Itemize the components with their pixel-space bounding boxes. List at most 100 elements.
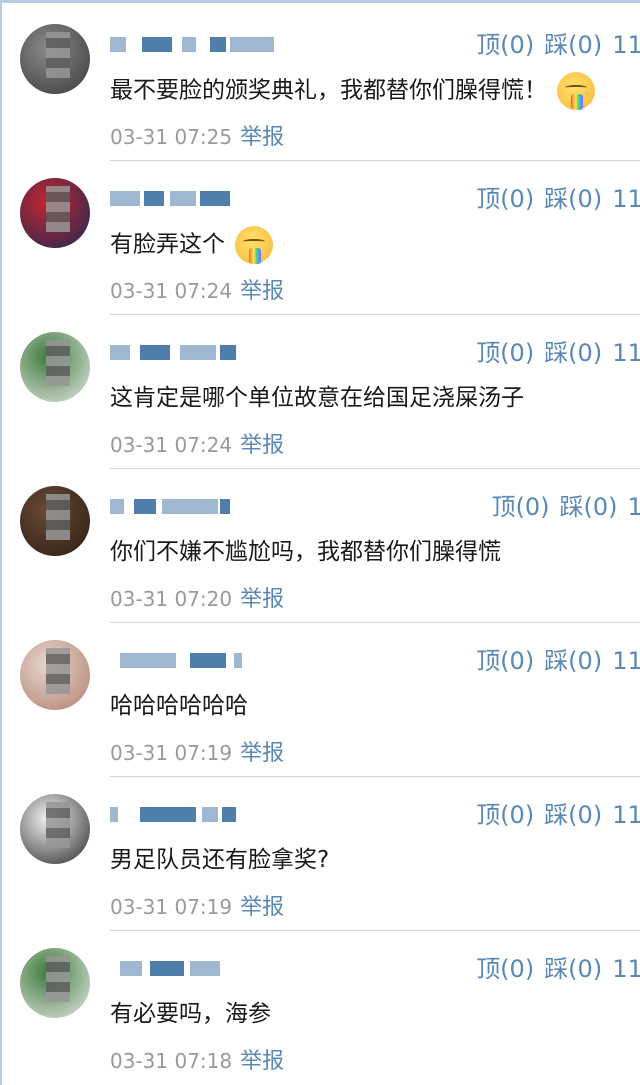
username-redaction-block	[110, 345, 130, 360]
upvote-button[interactable]: 顶(0)	[491, 493, 549, 521]
avatar-mosaic	[46, 186, 70, 232]
avatar-mosaic	[46, 956, 70, 1002]
username-redaction-block	[110, 37, 126, 52]
comment-text: 有必要吗，海参	[110, 996, 271, 1032]
avatar-mosaic	[46, 340, 70, 386]
report-link[interactable]: 举报	[240, 587, 284, 612]
username-redaction-block	[150, 961, 184, 976]
username-redaction-block	[170, 191, 196, 206]
username-redaction-block	[134, 499, 156, 514]
username-redacted[interactable]	[110, 804, 280, 824]
comment-meta: 03-31 07:24 举报	[110, 430, 284, 460]
floor-number: 116	[612, 339, 640, 367]
username-redacted[interactable]	[110, 650, 280, 670]
username-redacted[interactable]	[110, 188, 280, 208]
username-redaction-block	[234, 653, 242, 668]
avatar[interactable]	[20, 948, 90, 1018]
avatar-mosaic	[46, 32, 70, 78]
floor-number: 116	[612, 31, 640, 59]
avatar-mosaic	[46, 802, 70, 848]
comment-item: 顶(0) 踩(0) 115 男足队员还有脸拿奖? 03-31 07:19 举报	[0, 776, 640, 930]
vote-controls: 顶(0) 踩(0) 115	[466, 952, 640, 986]
username-redaction-block	[120, 653, 176, 668]
avatar[interactable]	[20, 794, 90, 864]
upvote-button[interactable]: 顶(0)	[476, 801, 534, 829]
vote-controls: 顶(0) 踩(0) 116	[466, 28, 640, 62]
comment-text: 男足队员还有脸拿奖?	[110, 842, 329, 878]
username-redaction-block	[190, 961, 220, 976]
upvote-button[interactable]: 顶(0)	[476, 955, 534, 983]
username-redaction-block	[110, 191, 140, 206]
username-redaction-block	[222, 807, 236, 822]
vomit-emoji-icon	[235, 226, 273, 264]
upvote-button[interactable]: 顶(0)	[476, 31, 534, 59]
floor-number: 11	[627, 493, 640, 521]
username-redaction-block	[180, 345, 216, 360]
username-redaction-block	[220, 499, 230, 514]
report-link[interactable]: 举报	[240, 433, 284, 458]
upvote-button[interactable]: 顶(0)	[476, 339, 534, 367]
username-redacted[interactable]	[110, 496, 280, 516]
comment-divider	[110, 468, 640, 469]
report-link[interactable]: 举报	[240, 741, 284, 766]
floor-number: 115	[612, 955, 640, 983]
downvote-button[interactable]: 踩(0)	[544, 31, 602, 59]
comment-item: 顶(0) 踩(0) 116 这肯定是哪个单位故意在给国足浇屎汤子 03-31 07:…	[0, 314, 640, 468]
comment-text: 这肯定是哪个单位故意在给国足浇屎汤子	[110, 380, 524, 416]
comment-meta: 03-31 07:18 举报	[110, 1046, 284, 1076]
comment-item: 顶(0) 踩(0) 11 你们不嫌不尴尬吗，我都替你们臊得慌 03-31 07:20…	[0, 468, 640, 622]
report-link[interactable]: 举报	[240, 125, 284, 150]
comment-timestamp: 03-31 07:25	[110, 125, 233, 149]
username-redaction-block	[162, 499, 218, 514]
username-redaction-block	[190, 653, 226, 668]
upvote-button[interactable]: 顶(0)	[476, 647, 534, 675]
avatar[interactable]	[20, 178, 90, 248]
username-redaction-block	[210, 37, 226, 52]
username-redacted[interactable]	[110, 34, 280, 54]
comment-divider	[110, 622, 640, 623]
floor-number: 115	[612, 801, 640, 829]
downvote-button[interactable]: 踩(0)	[544, 339, 602, 367]
comment-timestamp: 03-31 07:24	[110, 433, 233, 457]
downvote-button[interactable]: 踩(0)	[544, 801, 602, 829]
username-redacted[interactable]	[110, 342, 280, 362]
comment-item: 顶(0) 踩(0) 116 有脸弄这个 03-31 07:24 举报	[0, 160, 640, 314]
avatar[interactable]	[20, 640, 90, 710]
username-redacted[interactable]	[110, 958, 280, 978]
username-redaction-block	[110, 807, 118, 822]
upvote-button[interactable]: 顶(0)	[476, 185, 534, 213]
username-redaction-block	[182, 37, 196, 52]
downvote-button[interactable]: 踩(0)	[544, 185, 602, 213]
comment-divider	[110, 930, 640, 931]
avatar[interactable]	[20, 486, 90, 556]
comment-item: 顶(0) 踩(0) 116 最不要脸的颁奖典礼，我都替你们臊得慌！ 03-31 07…	[0, 6, 640, 160]
comment-text-value: 有脸弄这个	[110, 231, 225, 258]
username-redaction-block	[202, 807, 218, 822]
downvote-button[interactable]: 踩(0)	[559, 493, 617, 521]
username-redaction-block	[142, 37, 172, 52]
vomit-emoji-icon	[557, 72, 595, 110]
vote-controls: 顶(0) 踩(0) 116	[466, 182, 640, 216]
vote-controls: 顶(0) 踩(0) 116	[466, 644, 640, 678]
comment-meta: 03-31 07:25 举报	[110, 122, 284, 152]
report-link[interactable]: 举报	[240, 895, 284, 920]
downvote-button[interactable]: 踩(0)	[544, 955, 602, 983]
comment-timestamp: 03-31 07:19	[110, 895, 233, 919]
comment-timestamp: 03-31 07:18	[110, 1049, 233, 1073]
comment-text-value: 最不要脸的颁奖典礼，我都替你们臊得慌！	[110, 77, 547, 104]
vote-controls: 顶(0) 踩(0) 115	[466, 798, 640, 832]
report-link[interactable]: 举报	[240, 1049, 284, 1074]
avatar[interactable]	[20, 24, 90, 94]
comment-meta: 03-31 07:19 举报	[110, 738, 284, 768]
comment-divider	[110, 776, 640, 777]
comment-text-value: 你们不嫌不尴尬吗，我都替你们臊得慌	[110, 539, 501, 565]
vote-controls: 顶(0) 踩(0) 11	[481, 490, 640, 524]
comment-text-value: 有必要吗，海参	[110, 1001, 271, 1027]
avatar-mosaic	[46, 648, 70, 694]
comment-divider	[110, 314, 640, 315]
avatar[interactable]	[20, 332, 90, 402]
report-link[interactable]: 举报	[240, 279, 284, 304]
username-redaction-block	[120, 961, 142, 976]
comment-text: 最不要脸的颁奖典礼，我都替你们臊得慌！	[110, 72, 595, 110]
downvote-button[interactable]: 踩(0)	[544, 647, 602, 675]
